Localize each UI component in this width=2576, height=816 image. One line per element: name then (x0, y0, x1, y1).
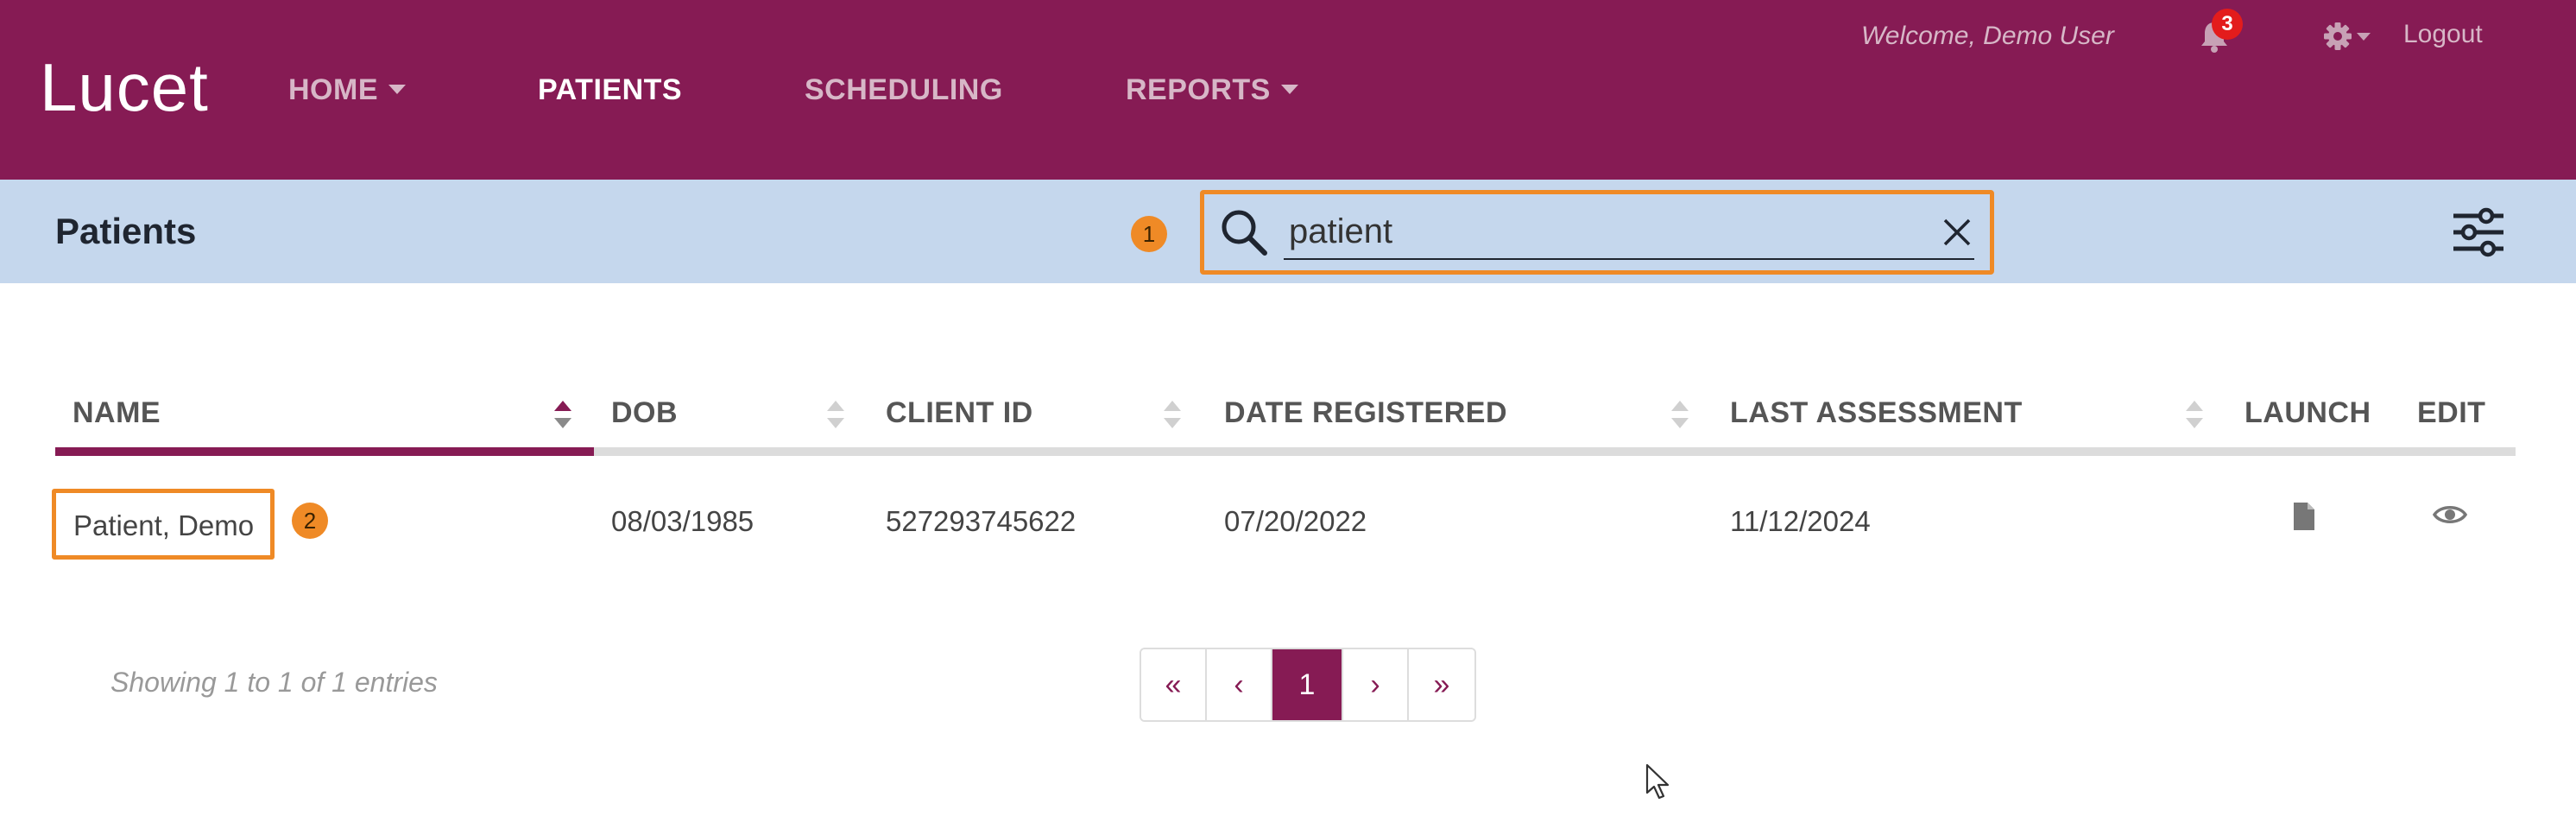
nav-patients[interactable]: PATIENTS (538, 73, 682, 107)
sort-icon[interactable] (1162, 395, 1183, 433)
page-header-bar: Patients 1 (0, 180, 2576, 283)
last-page-button[interactable]: » (1409, 649, 1474, 720)
nav-reports[interactable]: REPORTS (1126, 73, 1298, 107)
nav-reports-label: REPORTS (1126, 73, 1271, 106)
nav-scheduling-label: SCHEDULING (805, 73, 1003, 106)
first-page-button[interactable]: « (1141, 649, 1207, 720)
logout-link[interactable]: Logout (2403, 19, 2483, 50)
file-icon[interactable] (2291, 501, 2317, 532)
gear-icon[interactable] (2322, 19, 2377, 54)
lucet-logo[interactable]: Lucet (40, 54, 209, 121)
cell-client-id: 527293745622 (886, 505, 1076, 537)
column-header-edit: EDIT (2417, 396, 2486, 429)
patient-name-link[interactable]: Patient, Demo (52, 489, 275, 560)
column-header-date-registered[interactable]: DATE REGISTERED (1224, 395, 1507, 430)
step-marker-1: 1 (1131, 216, 1167, 252)
sorted-column-indicator (55, 447, 594, 456)
chevron-down-icon (1280, 84, 1298, 94)
close-icon[interactable] (1941, 217, 1973, 248)
next-page-button[interactable]: › (1343, 649, 1409, 720)
chevron-down-icon (388, 84, 406, 94)
cell-date-registered: 07/20/2022 (1224, 505, 1367, 537)
sort-icon[interactable] (2184, 395, 2205, 433)
notification-badge: 3 (2212, 9, 2243, 40)
nav-home[interactable]: HOME (288, 73, 406, 107)
patient-search-input[interactable] (1284, 205, 1974, 260)
previous-page-button[interactable]: ‹ (1207, 649, 1272, 720)
search-icon (1222, 210, 1267, 256)
sort-icon[interactable] (1670, 395, 1690, 433)
cell-dob: 08/03/1985 (611, 505, 754, 537)
column-header-client-id[interactable]: CLIENT ID (886, 395, 1033, 430)
column-header-dob[interactable]: DOB (611, 395, 678, 430)
page-title: Patients (55, 211, 197, 251)
nav-home-label: HOME (288, 73, 378, 106)
cell-last-assessment: 11/12/2024 (1730, 505, 1871, 537)
entries-info: Showing 1 to 1 of 1 entries (110, 667, 438, 698)
column-header-launch: LAUNCH (2245, 396, 2371, 429)
eye-icon[interactable] (2433, 503, 2467, 527)
patient-name: Patient, Demo (73, 509, 255, 541)
filter-settings-icon[interactable] (2450, 207, 2507, 257)
search-box-highlight (1200, 190, 1994, 275)
top-navigation-bar: Lucet HOME PATIENTS SCHEDULING REPORTS W… (0, 0, 2576, 180)
page-1-button[interactable]: 1 (1272, 649, 1343, 720)
mouse-cursor-icon (1645, 763, 1670, 800)
welcome-message: Welcome, Demo User (1861, 22, 2114, 50)
nav-scheduling[interactable]: SCHEDULING (805, 73, 1003, 107)
pagination: « ‹ 1 › » (1140, 648, 1476, 722)
column-header-last-assessment[interactable]: LAST ASSESSMENT (1730, 395, 2023, 430)
column-header-name[interactable]: NAME (73, 395, 161, 430)
step-marker-2: 2 (292, 503, 328, 539)
sort-ascending-icon[interactable] (552, 395, 573, 433)
sort-icon[interactable] (825, 395, 846, 433)
nav-patients-label: PATIENTS (538, 73, 683, 106)
